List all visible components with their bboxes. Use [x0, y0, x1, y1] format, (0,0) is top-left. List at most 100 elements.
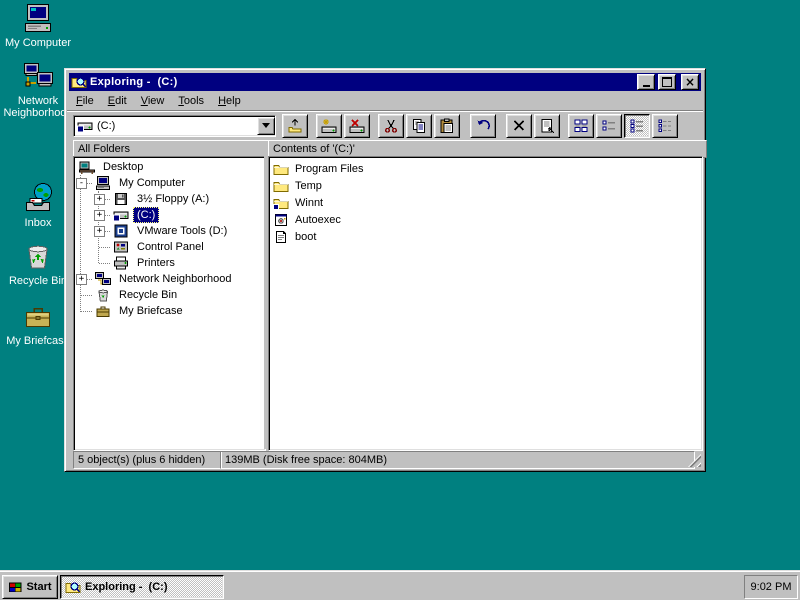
- folder-contents-pane: Program Files Temp Winnt: [268, 156, 703, 451]
- desktop-icon: [79, 159, 95, 175]
- tree-item-c-drive[interactable]: + (C:): [74, 207, 265, 223]
- tree-item-label: Control Panel: [133, 239, 208, 255]
- tree-item-label: Network Neighborhood: [115, 271, 236, 287]
- minimize-button[interactable]: [637, 74, 655, 90]
- contents-header-label: Contents of '(C:)': [273, 143, 355, 155]
- up-one-level-button[interactable]: [282, 114, 308, 138]
- taskbar: Start Exploring - (C:) 9:02 PM: [0, 571, 800, 600]
- menu-toolbar-divider: [67, 110, 703, 112]
- delete-icon: [511, 118, 527, 134]
- undo-button[interactable]: [470, 114, 496, 138]
- computer-icon: [95, 175, 111, 191]
- file-item-autoexec[interactable]: Autoexec: [269, 211, 702, 228]
- file-item-label: Temp: [295, 180, 322, 192]
- network-icon: [95, 271, 111, 287]
- menu-help[interactable]: Help: [211, 93, 248, 109]
- disconnect-network-drive-button[interactable]: [344, 114, 370, 138]
- control-panel-icon: [113, 239, 129, 255]
- task-button-exploring[interactable]: Exploring - (C:): [60, 575, 224, 599]
- explorer-window: Exploring - (C:) × File Edit View Tools …: [64, 68, 706, 472]
- maximize-icon: [662, 77, 672, 87]
- tree-item-label: My Briefcase: [115, 303, 187, 319]
- file-item-program-files[interactable]: Program Files: [269, 160, 702, 177]
- hard-drive-c-icon: [77, 118, 93, 134]
- toolbar: (C:): [73, 114, 678, 138]
- details-view-icon: [657, 118, 673, 134]
- titlebar[interactable]: Exploring - (C:) ×: [69, 73, 701, 91]
- tree-item-label-selected: (C:): [133, 207, 159, 223]
- tree-item-my-computer[interactable]: - My Computer: [74, 175, 265, 191]
- folder-icon: [273, 161, 289, 177]
- clock-text: 9:02 PM: [751, 581, 792, 593]
- details-view-button[interactable]: [652, 114, 678, 138]
- desktop-icon-my-computer[interactable]: My Computer: [3, 2, 73, 49]
- file-item-label: Autoexec: [295, 214, 341, 226]
- drive-combobox[interactable]: (C:): [73, 115, 276, 137]
- floppy-drive-icon: [113, 191, 129, 207]
- tree-item-printers[interactable]: Printers: [74, 255, 265, 271]
- menu-edit[interactable]: Edit: [101, 93, 134, 109]
- ms-dos-batch-file-icon: [273, 212, 289, 228]
- paste-button[interactable]: [434, 114, 460, 138]
- large-icons-button[interactable]: [568, 114, 594, 138]
- menu-file[interactable]: File: [69, 93, 101, 109]
- menu-bar: File Edit View Tools Help: [69, 92, 701, 109]
- desktop-icon-recycle-bin[interactable]: Recycle Bin: [3, 240, 73, 287]
- tree-item-desktop[interactable]: Desktop: [74, 159, 265, 175]
- undo-icon: [475, 118, 491, 134]
- cut-button[interactable]: [378, 114, 404, 138]
- recycle-bin-small-icon: [95, 287, 111, 303]
- cd-drive-vmware-icon: [113, 223, 129, 239]
- close-icon: ×: [685, 77, 695, 87]
- file-item-winnt[interactable]: Winnt: [269, 194, 702, 211]
- file-item-label: boot: [295, 231, 316, 243]
- desktop-icon-my-briefcase[interactable]: My Briefcase: [3, 300, 73, 347]
- delete-button[interactable]: [506, 114, 532, 138]
- expand-toggle[interactable]: +: [94, 226, 105, 237]
- system-tray-clock[interactable]: 9:02 PM: [744, 575, 798, 599]
- expand-toggle[interactable]: +: [94, 194, 105, 205]
- expand-toggle[interactable]: +: [94, 210, 105, 221]
- desktop-icon-inbox[interactable]: Inbox: [3, 182, 73, 229]
- menu-view[interactable]: View: [134, 93, 172, 109]
- list-view-button[interactable]: [624, 114, 650, 138]
- tree-item-recycle-bin[interactable]: Recycle Bin: [74, 287, 265, 303]
- printer-icon: [113, 255, 129, 271]
- disconnect-network-drive-icon: [349, 118, 365, 134]
- map-network-drive-icon: [321, 118, 337, 134]
- file-item-boot[interactable]: boot: [269, 228, 702, 245]
- tree-item-floppy-a[interactable]: + 3½ Floppy (A:): [74, 191, 265, 207]
- start-button[interactable]: Start: [2, 575, 58, 599]
- file-item-temp[interactable]: Temp: [269, 177, 702, 194]
- tree-item-control-panel[interactable]: Control Panel: [74, 239, 265, 255]
- tree-item-label: Recycle Bin: [115, 287, 181, 303]
- combo-dropdown-button[interactable]: [257, 117, 275, 135]
- properties-icon: [539, 118, 555, 134]
- drive-combo-value: (C:): [97, 120, 115, 132]
- expand-toggle[interactable]: +: [76, 274, 87, 285]
- folder-tree-pane: Desktop - My Computer + 3½ Fl: [73, 156, 266, 451]
- tree-item-label: Desktop: [99, 159, 147, 175]
- menu-tools[interactable]: Tools: [171, 93, 211, 109]
- maximize-button[interactable]: [658, 74, 676, 90]
- chevron-down-icon: [262, 123, 270, 132]
- small-icons-button[interactable]: [596, 114, 622, 138]
- minimize-icon: [643, 85, 650, 87]
- properties-button[interactable]: [534, 114, 560, 138]
- desktop-icon-label: My Briefcase: [3, 335, 73, 347]
- briefcase-small-icon: [95, 303, 111, 319]
- status-objects-text: 5 object(s) (plus 6 hidden): [78, 454, 205, 466]
- small-icons-icon: [601, 118, 617, 134]
- desktop-icon-label: My Computer: [3, 37, 73, 49]
- map-network-drive-button[interactable]: [316, 114, 342, 138]
- close-button[interactable]: ×: [681, 74, 699, 90]
- tree-item-vmware-tools-d[interactable]: + VMware Tools (D:): [74, 223, 265, 239]
- collapse-toggle[interactable]: -: [76, 178, 87, 189]
- copy-icon: [411, 118, 427, 134]
- tree-item-network-neighborhood[interactable]: + Network Neighborhood: [74, 271, 265, 287]
- desktop-icon-network-neighborhood[interactable]: Network Neighborhood: [3, 60, 73, 119]
- tree-item-my-briefcase[interactable]: My Briefcase: [74, 303, 265, 319]
- copy-button[interactable]: [406, 114, 432, 138]
- tree-item-label: 3½ Floppy (A:): [133, 191, 213, 207]
- desktop-icon-label: Inbox: [3, 217, 73, 229]
